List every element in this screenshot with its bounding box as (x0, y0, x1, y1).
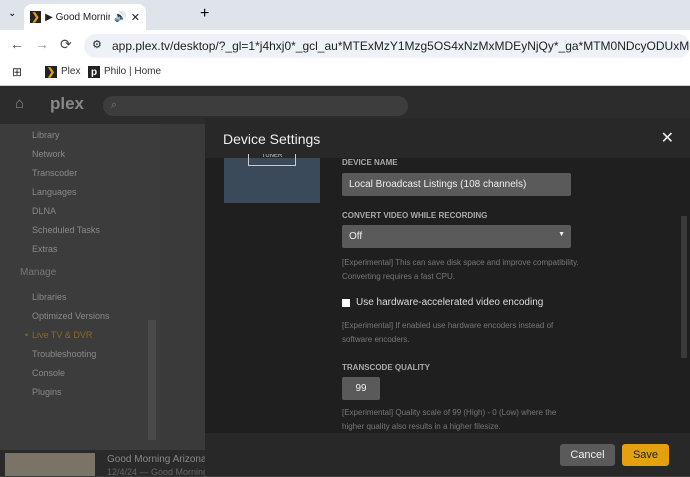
dropdown-arrow-icon: ▼ (558, 231, 565, 238)
tab-list-chevron-icon[interactable]: ⌄ (8, 8, 16, 19)
transcode-quality-help: [Experimental] Quality scale of 99 (High… (342, 408, 557, 431)
device-name-label: DEVICE NAME (342, 158, 398, 167)
plex-logo[interactable]: plex (50, 94, 84, 114)
dialog-footer (205, 433, 690, 476)
device-name-input[interactable]: Local Broadcast Listings (108 channels) (342, 173, 571, 196)
sidebar-item-scheduled-tasks[interactable]: Scheduled Tasks (32, 225, 100, 235)
sidebar-item-transcoder[interactable]: Transcoder (32, 168, 77, 178)
active-dot-icon: • (25, 330, 29, 340)
sidebar-item-dlna[interactable]: DLNA (32, 206, 56, 216)
dialog-title: Device Settings (223, 131, 321, 147)
bookmarks-bar: ⊞ ❯ Plex p Philo | Home (0, 60, 690, 86)
sidebar-item-optimized-versions[interactable]: Optimized Versions (32, 311, 110, 321)
back-icon[interactable]: ← (10, 36, 24, 52)
philo-icon: p (88, 66, 100, 78)
reload-icon[interactable]: ⟳ (60, 36, 72, 53)
close-icon[interactable]: ✕ (661, 128, 674, 148)
dialog-scrollbar[interactable] (681, 216, 687, 358)
bookmark-label: Philo | Home (104, 66, 162, 77)
url-input[interactable]: ⚙ app.plex.tv/desktop/?_gl=1*j4hxj0*_gcl_… (84, 34, 690, 58)
bookmark-label: Plex (61, 66, 81, 77)
search-icon: ⌕ (111, 99, 118, 111)
address-bar-row: ← → ⟳ ⚙ app.plex.tv/desktop/?_gl=1*j4hxj0… (0, 30, 690, 60)
sidebar-scrollbar[interactable] (148, 320, 156, 440)
sidebar-item-libraries[interactable]: Libraries (32, 292, 67, 302)
plex-favicon-icon: ❯ (30, 11, 42, 23)
save-button[interactable]: Save (622, 444, 669, 466)
convert-video-label: CONVERT VIDEO WHILE RECORDING (342, 211, 488, 220)
now-playing-thumbnail (5, 453, 95, 476)
sidebar-item-live-tv-dvr[interactable]: Live TV & DVR (32, 330, 92, 340)
browser-tab[interactable]: ❯ ▶ Good Morning Arizona a 🔊 ✕ (24, 4, 146, 30)
cancel-button[interactable]: Cancel (560, 444, 615, 466)
tuner-image: TUNER (224, 154, 320, 203)
convert-video-select[interactable]: Off ▼ (342, 225, 571, 248)
sidebar-item-extras[interactable]: Extras (32, 244, 58, 254)
settings-sidebar: Library Network Transcoder Languages DLN… (0, 124, 160, 450)
sidebar-item-languages[interactable]: Languages (32, 187, 77, 197)
hw-encoding-checkbox[interactable] (342, 299, 350, 307)
sidebar-item-console[interactable]: Console (32, 368, 65, 378)
convert-video-value: Off (349, 231, 363, 242)
plex-icon: ❯ (45, 66, 57, 78)
now-playing-bar[interactable]: Good Morning Arizona at 6 12/4/24 — Good… (0, 450, 226, 477)
search-input[interactable]: ⌕ (103, 96, 408, 116)
apps-icon[interactable]: ⊞ (12, 65, 22, 79)
sidebar-item-network[interactable]: Network (32, 149, 65, 159)
hw-encoding-label[interactable]: Use hardware-accelerated video encoding (356, 297, 543, 308)
transcode-quality-label: TRANSCODE QUALITY (342, 363, 430, 372)
new-tab-button[interactable]: + (200, 5, 209, 23)
forward-icon[interactable]: → (35, 36, 49, 52)
transcode-quality-input[interactable]: 99 (342, 377, 380, 400)
speaker-icon[interactable]: 🔊 (114, 12, 126, 23)
home-icon[interactable]: ⌂ (15, 95, 24, 112)
bookmark-philo[interactable]: p Philo | Home (88, 66, 161, 78)
tuner-label: TUNER (248, 154, 296, 166)
device-settings-dialog: Device Settings ✕ TUNER DEVICE NAME Loca… (205, 118, 690, 476)
tab-bar: ⌄ ❯ ▶ Good Morning Arizona a 🔊 ✕ + (0, 0, 690, 30)
hw-encoding-help: [Experimental] If enabled use hardware e… (342, 321, 554, 344)
close-tab-icon[interactable]: ✕ (131, 11, 140, 24)
convert-video-help: [Experimental] This can save disk space … (342, 258, 579, 281)
site-info-icon[interactable]: ⚙ (92, 38, 102, 51)
sidebar-item-plugins[interactable]: Plugins (32, 387, 62, 397)
dialog-header: Device Settings ✕ (205, 118, 690, 158)
manage-heading: Manage (20, 267, 57, 278)
tab-title: ▶ Good Morning Arizona a (45, 11, 110, 23)
sidebar-item-troubleshooting[interactable]: Troubleshooting (32, 349, 96, 359)
url-text: app.plex.tv/desktop/?_gl=1*j4hxj0*_gcl_a… (112, 39, 690, 53)
bookmark-plex[interactable]: ❯ Plex (45, 66, 80, 78)
sidebar-item-library[interactable]: Library (32, 130, 60, 140)
